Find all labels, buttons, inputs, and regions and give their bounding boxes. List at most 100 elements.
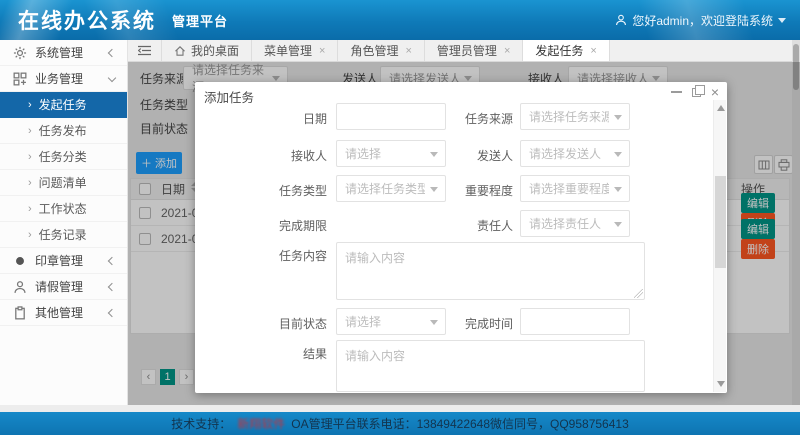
sidebar-item-task-publish[interactable]: › 任务发布 (0, 118, 127, 144)
sidebar-item-label: 请假管理 (35, 278, 83, 295)
footer-contact: OA管理平台联系电话：13849422648微信同号，QQ958756413 (291, 415, 628, 432)
source-select[interactable]: 请选择任务来源 (520, 103, 630, 130)
person-icon (13, 280, 27, 294)
sidebar-item-seal[interactable]: 印章管理 (0, 248, 127, 274)
sidebar-item-leave[interactable]: 请假管理 (0, 274, 127, 300)
user-menu[interactable]: 您好admin，欢迎登陆系统 (615, 12, 786, 29)
select-placeholder: 请选择 (345, 145, 381, 162)
sidebar-item-initiate-task[interactable]: › 发起任务 (0, 92, 127, 118)
submenu-arrow-icon: › (28, 125, 32, 137)
chevron-left-icon (108, 308, 116, 316)
select-caret-icon (614, 187, 622, 192)
submenu-arrow-icon: › (28, 203, 32, 215)
close-tab-icon[interactable]: × (405, 45, 411, 57)
submenu-arrow-icon: › (28, 99, 32, 111)
result-textarea[interactable] (336, 340, 645, 392)
app-subtitle: 管理平台 (172, 11, 228, 30)
field-label-result: 结果 (231, 345, 327, 362)
importance-select[interactable]: 请选择重要程度 (520, 175, 630, 202)
sidebar-item-business[interactable]: 业务管理 (0, 66, 127, 92)
submenu-arrow-icon: › (28, 177, 32, 189)
submenu-arrow-icon: › (28, 151, 32, 163)
maximize-icon[interactable] (692, 88, 701, 97)
select-placeholder: 请选择任务来源 (529, 108, 609, 125)
owner-select[interactable]: 请选择责任人 (520, 210, 630, 237)
sidebar-item-label: 工作状态 (39, 200, 87, 217)
select-placeholder: 请选择重要程度 (529, 180, 609, 197)
close-tab-icon[interactable]: × (590, 45, 596, 57)
modules-icon (13, 72, 27, 86)
chevron-left-icon (108, 282, 116, 290)
tab-label: 管理员管理 (437, 42, 497, 59)
sidebar-item-label: 发起任务 (39, 96, 87, 113)
sidebar-item-label: 系统管理 (35, 44, 83, 61)
submenu-arrow-icon: › (28, 229, 32, 241)
content-textarea[interactable] (336, 242, 645, 300)
scrollbar-thumb[interactable] (715, 176, 726, 268)
field-label-date: 日期 (231, 110, 327, 127)
field-label-owner: 责任人 (417, 217, 513, 234)
chevron-down-icon (108, 74, 116, 82)
field-label-status: 目前状态 (231, 315, 327, 332)
tab-bar: 我的桌面 菜单管理 × 角色管理 × 管理员管理 × 发起任务 × (128, 40, 792, 62)
field-label-sender: 发送人 (417, 147, 513, 164)
sidebar-item-label: 其他管理 (35, 304, 83, 321)
app-logo: 在线办公系统 (18, 5, 156, 35)
user-icon (615, 14, 627, 26)
select-placeholder: 请选择 (345, 313, 381, 330)
pre-footer-strip (0, 405, 800, 412)
field-label-receiver: 接收人 (231, 147, 327, 164)
modal-header: 添加任务 × (195, 82, 727, 102)
tab-menu-management[interactable]: 菜单管理 × (252, 40, 338, 61)
sidebar-item-label: 业务管理 (35, 70, 83, 87)
sidebar-item-label: 任务记录 (39, 226, 87, 243)
modal-scrollbar[interactable] (713, 100, 726, 392)
select-placeholder: 请选择任务类型 (345, 180, 425, 197)
footer-prefix: 技术支持： (171, 415, 231, 432)
tab-label: 我的桌面 (191, 42, 239, 59)
sidebar-item-label: 任务发布 (39, 122, 87, 139)
field-label-content: 任务内容 (231, 247, 327, 264)
field-label-deadline: 完成期限 (231, 217, 327, 234)
sidebar-item-system[interactable]: 系统管理 (0, 40, 127, 66)
chevron-left-icon (108, 256, 116, 264)
tab-label: 发起任务 (535, 42, 583, 59)
user-caret-icon (778, 18, 786, 23)
tab-my-desktop[interactable]: 我的桌面 (162, 40, 252, 61)
sender-select[interactable]: 请选择发送人 (520, 140, 630, 167)
collapse-sidebar-icon[interactable] (128, 40, 162, 61)
add-task-modal: 添加任务 × 日期 任务来源 请选择任务来源 接收人 请选择 发送人 请选择发送… (195, 82, 727, 393)
scroll-down-icon[interactable] (717, 381, 725, 387)
field-label-type: 任务类型 (231, 182, 327, 199)
minimize-icon[interactable] (671, 91, 682, 93)
field-label-importance: 重要程度 (417, 182, 513, 199)
tab-label: 菜单管理 (264, 42, 312, 59)
tab-admin-management[interactable]: 管理员管理 × (425, 40, 523, 61)
chevron-left-icon (108, 48, 116, 56)
close-tab-icon[interactable]: × (319, 45, 325, 57)
seal-icon (13, 254, 27, 268)
close-icon[interactable]: × (711, 87, 719, 97)
close-tab-icon[interactable]: × (504, 45, 510, 57)
sidebar: 系统管理 业务管理 › 发起任务 › 任务发布 › 任务分类 › 问题清单 › … (0, 40, 128, 405)
select-caret-icon (614, 152, 622, 157)
sidebar-item-task-record[interactable]: › 任务记录 (0, 222, 127, 248)
scroll-up-icon[interactable] (717, 105, 725, 111)
select-placeholder: 请选择责任人 (529, 215, 601, 232)
tab-initiate-task[interactable]: 发起任务 × (523, 40, 609, 61)
finish-time-input[interactable] (520, 308, 630, 335)
sidebar-item-issue-list[interactable]: › 问题清单 (0, 170, 127, 196)
clipboard-icon (13, 306, 27, 320)
field-label-source: 任务来源 (417, 110, 513, 127)
tab-label: 角色管理 (350, 42, 398, 59)
sidebar-item-work-status[interactable]: › 工作状态 (0, 196, 127, 222)
gear-icon (13, 46, 27, 60)
sidebar-item-task-category[interactable]: › 任务分类 (0, 144, 127, 170)
sidebar-item-other[interactable]: 其他管理 (0, 300, 127, 326)
footer-brand: 新翔软件 (237, 415, 285, 432)
tab-role-management[interactable]: 角色管理 × (338, 40, 424, 61)
sidebar-item-label: 问题清单 (39, 174, 87, 191)
sidebar-item-label: 印章管理 (35, 252, 83, 269)
select-caret-icon (614, 115, 622, 120)
user-greeting: 您好admin，欢迎登陆系统 (632, 12, 773, 29)
